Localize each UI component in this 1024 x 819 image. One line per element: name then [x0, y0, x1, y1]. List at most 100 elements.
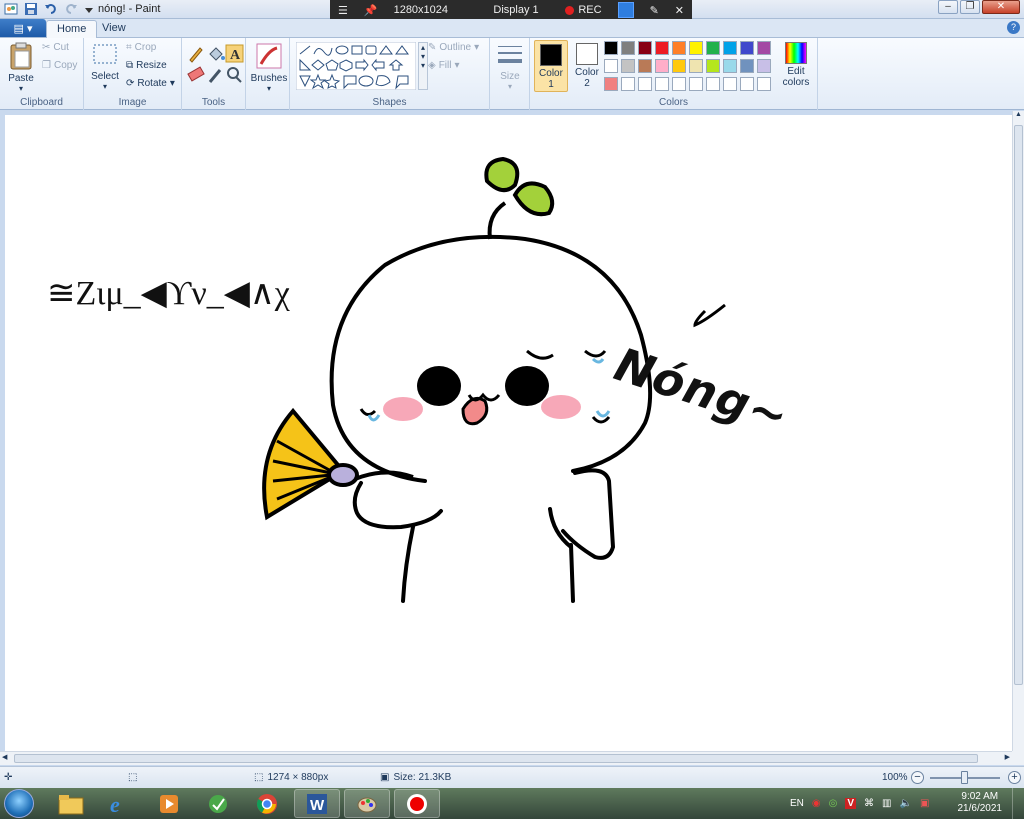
- paint-app-icon[interactable]: [4, 2, 18, 16]
- scroll-left-icon[interactable]: ◀: [2, 753, 7, 761]
- palette-swatch[interactable]: [689, 41, 703, 55]
- tab-home[interactable]: Home: [46, 20, 98, 38]
- palette-swatch[interactable]: [621, 41, 635, 55]
- help-icon[interactable]: ?: [1007, 21, 1020, 34]
- taskbar-paint[interactable]: [344, 789, 390, 818]
- recorder-close-icon[interactable]: ✕: [667, 0, 692, 20]
- palette-swatch[interactable]: [740, 41, 754, 55]
- select-button[interactable]: Select ▾: [90, 42, 120, 91]
- recorder-menu-icon[interactable]: ☰: [330, 0, 356, 20]
- tray-alert-icon[interactable]: ▣: [920, 798, 929, 809]
- palette-swatch[interactable]: [655, 59, 669, 73]
- copy-button[interactable]: ❐ Copy: [42, 60, 77, 71]
- shapes-group: ▴ ▾ ▾ ✎ Outline ▾ ◈ Fill ▾ Shapes: [290, 38, 490, 110]
- taskbar-chrome[interactable]: [244, 789, 290, 818]
- palette-swatch[interactable]: [689, 59, 703, 73]
- palette-swatch[interactable]: [655, 41, 669, 55]
- pin-icon[interactable]: 📌: [356, 0, 386, 20]
- taskbar-recorder[interactable]: [394, 789, 440, 818]
- resize-button[interactable]: ⧉ Resize: [126, 60, 167, 71]
- scroll-right-icon[interactable]: ▶: [1005, 753, 1010, 761]
- shapes-scroll[interactable]: ▴ ▾ ▾: [418, 42, 428, 90]
- palette-swatch[interactable]: [638, 41, 652, 55]
- color2-button[interactable]: Color 2: [570, 43, 604, 89]
- outline-button[interactable]: ✎ Outline ▾: [428, 42, 479, 53]
- palette-swatch[interactable]: [672, 59, 686, 73]
- tray-bluetooth-icon[interactable]: ⌘: [864, 798, 874, 809]
- palette-swatch[interactable]: [740, 77, 754, 91]
- palette-swatch[interactable]: [723, 41, 737, 55]
- palette-swatch[interactable]: [757, 59, 771, 73]
- pen-icon[interactable]: ✎: [642, 0, 667, 20]
- palette-swatch[interactable]: [757, 77, 771, 91]
- tray-volume-icon[interactable]: 🔈: [900, 798, 912, 809]
- color1-button[interactable]: Color 1: [534, 40, 568, 92]
- palette-swatch[interactable]: [706, 77, 720, 91]
- cut-button[interactable]: ✂ Cut: [42, 42, 69, 53]
- rotate-button[interactable]: ⟳ Rotate ▾: [126, 78, 175, 89]
- palette-swatch[interactable]: [740, 59, 754, 73]
- tab-view[interactable]: View: [92, 20, 136, 38]
- taskbar-media-player[interactable]: [146, 789, 192, 818]
- size-button[interactable]: Size ▾: [494, 42, 526, 91]
- taskbar-app-green[interactable]: [195, 789, 241, 818]
- paste-button[interactable]: Paste ▾: [6, 42, 36, 93]
- file-menu-button[interactable]: ▤ ▾: [0, 19, 46, 37]
- palette-swatch[interactable]: [655, 77, 669, 91]
- tray-green-icon[interactable]: ◎: [829, 798, 838, 809]
- zoom-slider-thumb[interactable]: [961, 771, 968, 784]
- shapes-gallery[interactable]: [296, 42, 416, 90]
- stop-button[interactable]: [610, 0, 642, 20]
- tray-antivirus-icon[interactable]: ◉: [812, 798, 821, 809]
- edit-colors-button[interactable]: Edit colors: [778, 42, 814, 88]
- customize-qat-icon[interactable]: [84, 2, 98, 16]
- horizontal-scrollbar[interactable]: ◀ ▶: [0, 751, 1012, 765]
- save-icon[interactable]: [24, 2, 38, 16]
- palette-swatch[interactable]: [706, 41, 720, 55]
- show-desktop-button[interactable]: [1012, 788, 1024, 819]
- tools-icons[interactable]: A: [186, 44, 244, 86]
- crop-button[interactable]: ⌗ Crop: [126, 42, 156, 53]
- quick-access-toolbar: [4, 2, 98, 16]
- drawing-canvas[interactable]: ≅Ζιμ_◀ϒν_◀∧χ Nóng~: [5, 115, 1012, 751]
- redo-icon[interactable]: [64, 2, 78, 16]
- tray-network-icon[interactable]: ▥: [882, 798, 891, 809]
- undo-icon[interactable]: [44, 2, 58, 16]
- fill-button[interactable]: ◈ Fill ▾: [428, 60, 460, 71]
- palette-swatch[interactable]: [723, 77, 737, 91]
- brushes-button[interactable]: Brushes ▾: [250, 42, 288, 93]
- palette-swatch[interactable]: [621, 77, 635, 91]
- horizontal-scroll-thumb[interactable]: [14, 754, 978, 763]
- rec-button[interactable]: REC: [557, 0, 609, 20]
- palette-swatch[interactable]: [638, 77, 652, 91]
- line-size-icon: [498, 46, 522, 63]
- palette-swatch[interactable]: [672, 41, 686, 55]
- palette-swatch[interactable]: [638, 59, 652, 73]
- close-button[interactable]: ✕: [982, 0, 1020, 14]
- tray-clock[interactable]: 9:02 AM 21/6/2021: [958, 791, 1003, 815]
- vertical-scrollbar[interactable]: ▲: [1012, 111, 1024, 751]
- palette-swatch[interactable]: [621, 59, 635, 73]
- select-icon: [93, 44, 117, 64]
- zoom-in-button[interactable]: +: [1008, 771, 1021, 784]
- zoom-out-button[interactable]: −: [911, 771, 924, 784]
- palette-swatch[interactable]: [672, 77, 686, 91]
- restore-button[interactable]: ❐: [960, 0, 980, 14]
- palette-swatch[interactable]: [723, 59, 737, 73]
- start-button[interactable]: [4, 789, 34, 818]
- taskbar-explorer[interactable]: [48, 789, 94, 818]
- taskbar-word[interactable]: W: [294, 789, 340, 818]
- vertical-scroll-thumb[interactable]: [1014, 125, 1023, 685]
- language-indicator[interactable]: EN: [790, 798, 804, 809]
- palette-swatch[interactable]: [689, 77, 703, 91]
- scroll-up-icon[interactable]: ▲: [1013, 111, 1024, 118]
- tray-v-icon[interactable]: V: [845, 798, 857, 809]
- palette-swatch[interactable]: [706, 59, 720, 73]
- palette-swatch[interactable]: [757, 41, 771, 55]
- minimize-button[interactable]: –: [938, 0, 958, 14]
- taskbar-ie[interactable]: e: [97, 789, 143, 818]
- palette-swatch[interactable]: [604, 41, 618, 55]
- screen-recorder-bar: ☰ 📌 1280x1024 Display 1 REC ✎ ✕: [330, 0, 692, 20]
- palette-swatch[interactable]: [604, 77, 618, 91]
- palette-swatch[interactable]: [604, 59, 618, 73]
